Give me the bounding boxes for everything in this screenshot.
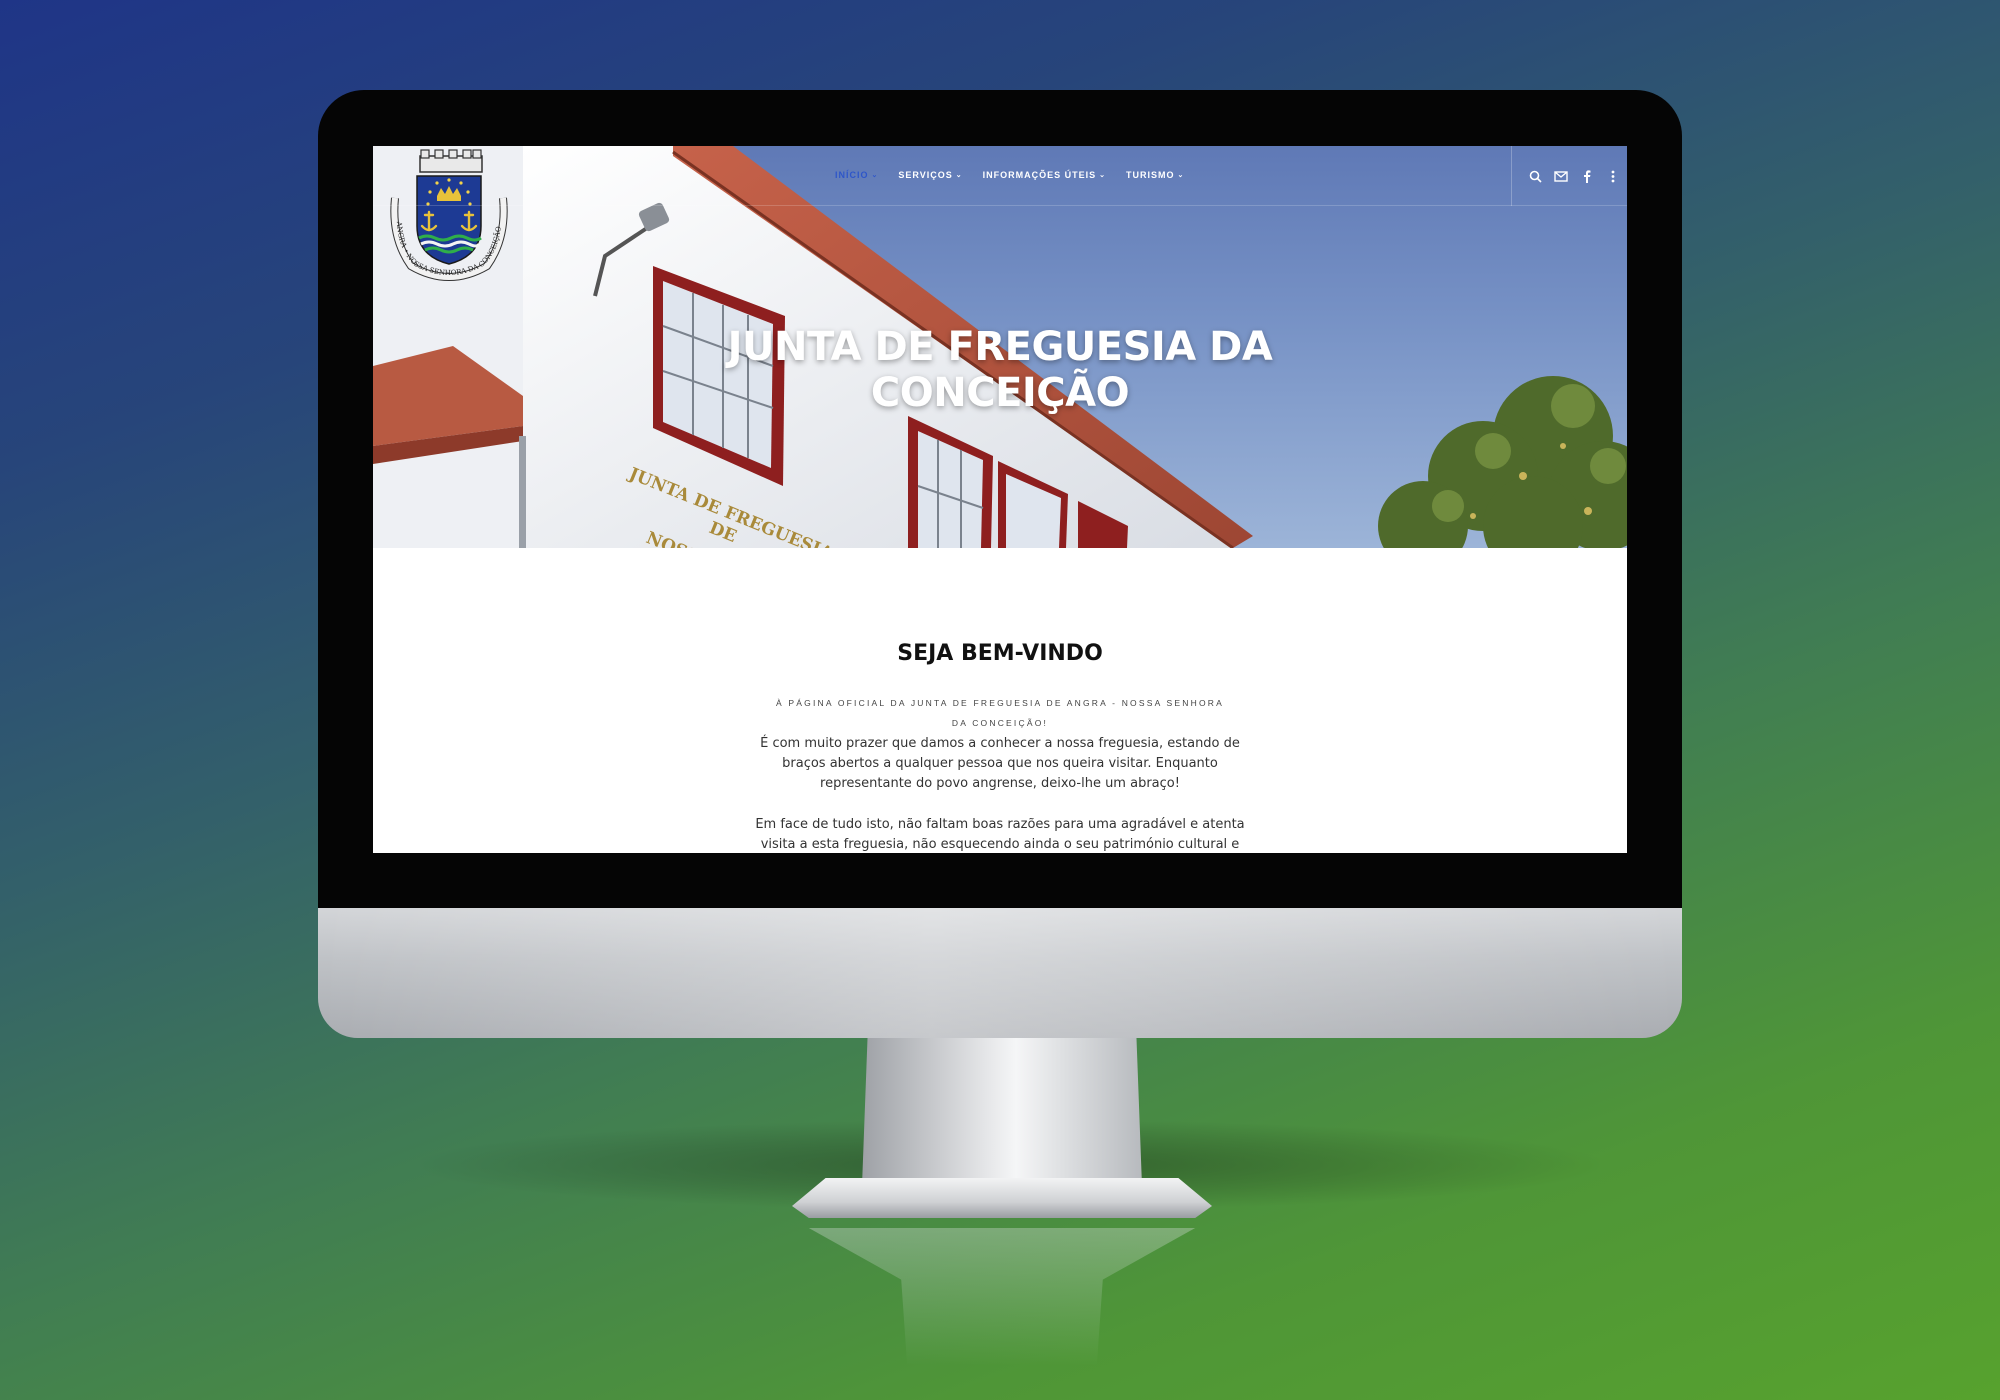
welcome-paragraph-1: É com muito prazer que damos a conhecer … <box>760 736 1240 791</box>
hero-section: JUNTA DE FREGUESIA DE NOSSA <box>373 146 1627 548</box>
monitor-stand-foot <box>792 1178 1212 1218</box>
welcome-subtitle: À PÁGINA OFICIAL DA JUNTA DE FREGUESIA D… <box>776 698 1224 728</box>
monitor-stand-neck <box>862 1036 1142 1186</box>
nav-item-inicio[interactable]: INÍCIO ⌄ <box>835 170 878 180</box>
chevron-down-icon: ⌄ <box>1177 171 1185 179</box>
nav-item-turismo[interactable]: TURISMO ⌄ <box>1126 170 1184 180</box>
top-navigation-bar: INÍCIO ⌄ SERVIÇOS ⌄ INFORMAÇÕES ÚTEIS ⌄ … <box>373 146 1627 206</box>
chevron-down-icon: ⌄ <box>955 171 963 179</box>
mail-icon[interactable] <box>1554 169 1568 183</box>
nav-item-label: TURISMO <box>1126 170 1175 180</box>
chevron-down-icon: ⌄ <box>871 171 879 179</box>
search-icon[interactable] <box>1528 169 1542 183</box>
more-vertical-icon[interactable] <box>1606 169 1620 183</box>
hero-title: JUNTA DE FREGUESIA DA CONCEIÇÃO <box>373 324 1627 416</box>
welcome-section: SEJA BEM-VINDO À PÁGINA OFICIAL DA JUNTA… <box>373 548 1627 853</box>
website-screen: JUNTA DE FREGUESIA DE NOSSA <box>373 146 1627 853</box>
nav-item-label: SERVIÇOS <box>898 170 953 180</box>
hero-title-line-2: CONCEIÇÃO <box>870 370 1130 416</box>
header-icon-group <box>1511 146 1627 206</box>
nav-item-label: INÍCIO <box>835 170 869 180</box>
stand-reflection <box>808 1228 1196 1400</box>
nav-item-label: INFORMAÇÕES ÚTEIS <box>982 170 1097 180</box>
welcome-paragraph-2: Em face de tudo isto, não faltam boas ra… <box>755 817 1245 852</box>
chevron-down-icon: ⌄ <box>1099 171 1107 179</box>
welcome-title: SEJA BEM-VINDO <box>897 641 1103 666</box>
main-menu: INÍCIO ⌄ SERVIÇOS ⌄ INFORMAÇÕES ÚTEIS ⌄ … <box>835 170 1184 180</box>
facebook-icon[interactable] <box>1580 169 1594 183</box>
monitor-chin <box>318 906 1682 1038</box>
nav-item-informacoes-uteis[interactable]: INFORMAÇÕES ÚTEIS ⌄ <box>983 170 1106 180</box>
hero-title-line-1: JUNTA DE FREGUESIA DA <box>727 324 1273 370</box>
nav-item-servicos[interactable]: SERVIÇOS ⌄ <box>898 170 962 180</box>
